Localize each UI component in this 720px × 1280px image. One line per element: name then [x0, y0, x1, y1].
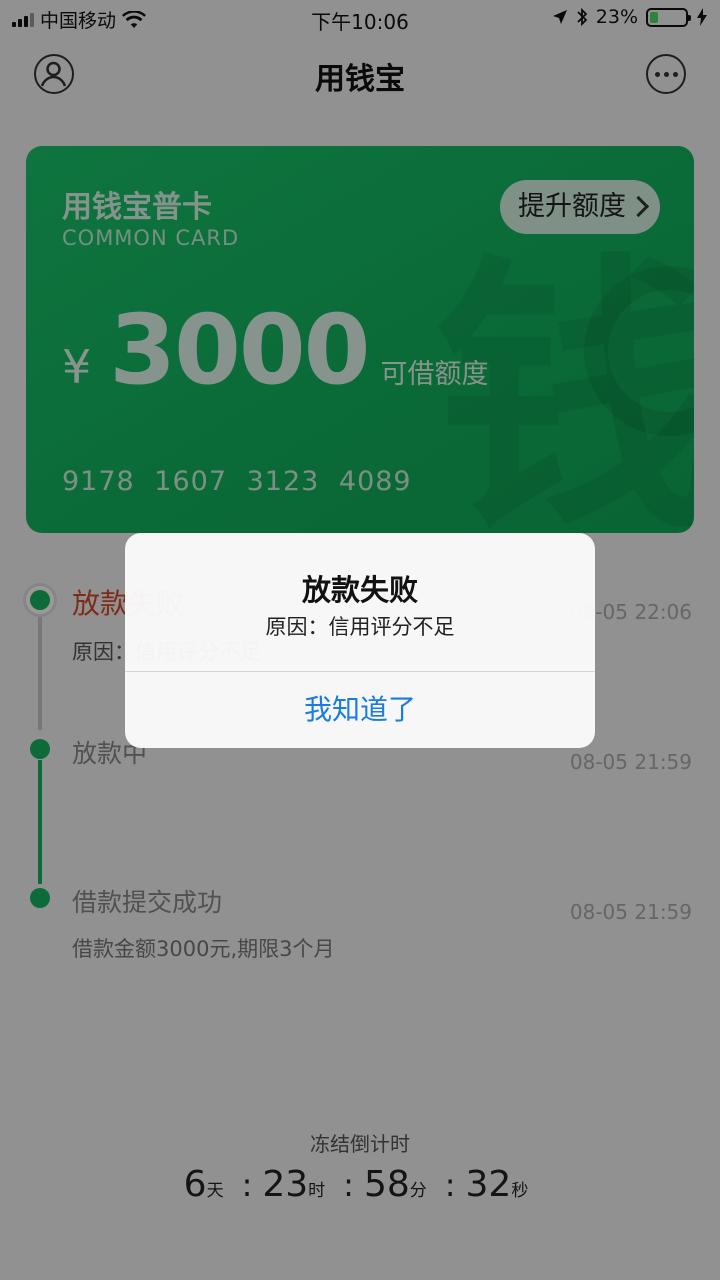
alert-title: 放款失败: [301, 573, 418, 607]
alert-dialog: 放款失败 原因：信用评分不足 我知道了: [125, 533, 595, 748]
alert-message: 原因：信用评分不足: [265, 615, 455, 639]
acknowledge-button[interactable]: 我知道了: [125, 672, 595, 748]
